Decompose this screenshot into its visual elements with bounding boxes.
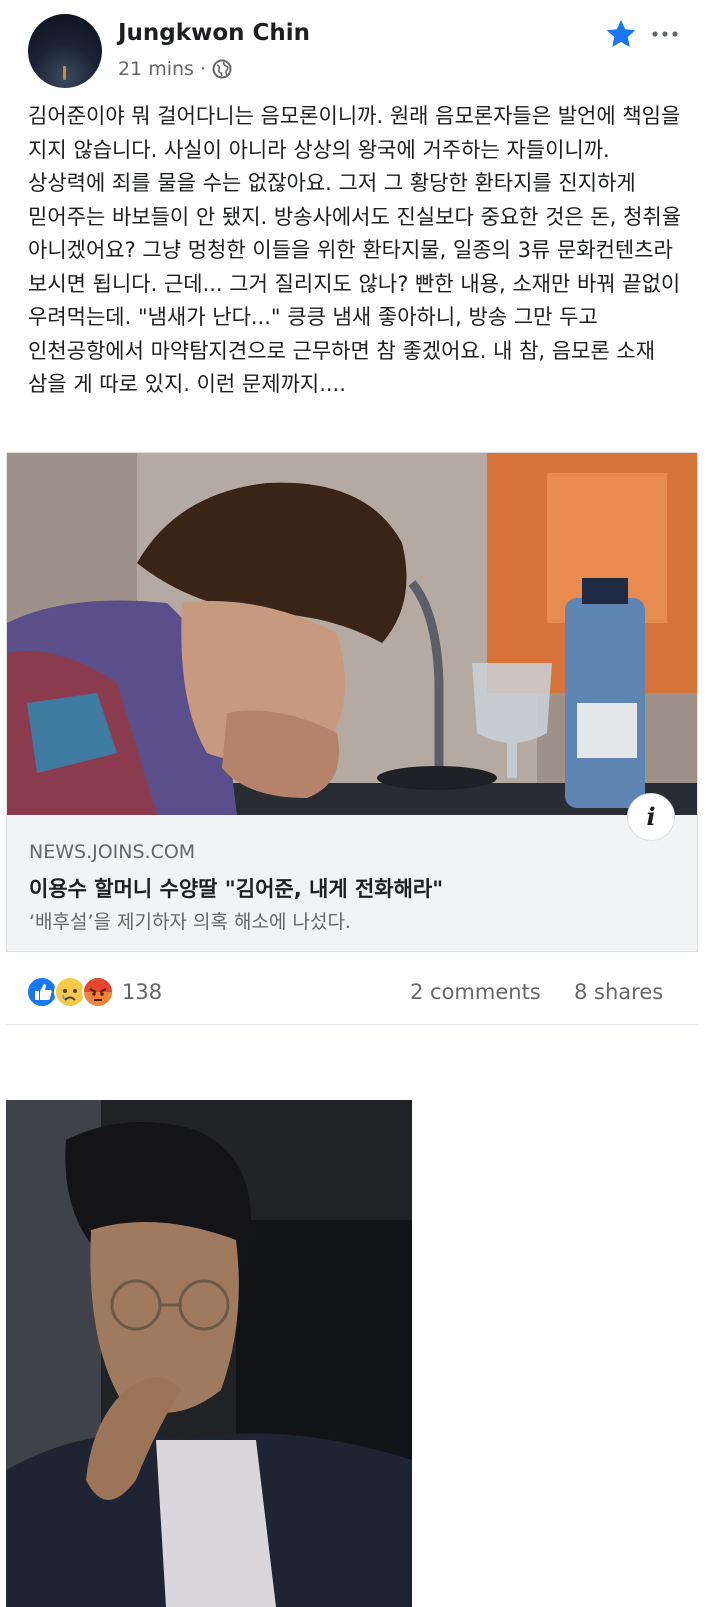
- more-icon[interactable]: [650, 22, 680, 46]
- post-meta: 21 mins ·: [118, 58, 232, 80]
- author-name[interactable]: Jungkwon Chin: [118, 20, 310, 46]
- star-icon[interactable]: [605, 18, 637, 50]
- link-title[interactable]: 이용수 할머니 수양딸 "김어준, 내게 전화해라": [29, 873, 443, 903]
- portrait-photo: [6, 1100, 412, 1607]
- comments-count[interactable]: 2 comments: [410, 980, 541, 1004]
- reactions-summary[interactable]: 138: [26, 976, 162, 1008]
- link-description: ‘배후설’을 제기하자 의혹 해소에 나섰다.: [29, 911, 351, 933]
- link-domain: NEWS.JOINS.COM: [29, 841, 196, 863]
- divider: [6, 1024, 698, 1025]
- meta-separator: ·: [199, 58, 206, 80]
- news-photo: [7, 453, 697, 815]
- angry-icon: [82, 976, 114, 1008]
- link-preview-card[interactable]: i NEWS.JOINS.COM 이용수 할머니 수양딸 "김어준, 내게 전화…: [6, 452, 698, 952]
- reaction-count: 138: [122, 980, 163, 1004]
- post-text: 김어준이야 뭐 걸어다니는 음모론이니까. 원래 음모론자들은 발언에 책임을 …: [28, 104, 682, 396]
- shares-count[interactable]: 8 shares: [574, 980, 663, 1004]
- globe-icon: [212, 59, 232, 79]
- post-time[interactable]: 21 mins: [118, 58, 194, 80]
- avatar[interactable]: [28, 14, 102, 88]
- attached-photo: [6, 1100, 412, 1607]
- info-button[interactable]: i: [627, 793, 675, 841]
- link-preview-image[interactable]: [7, 453, 697, 815]
